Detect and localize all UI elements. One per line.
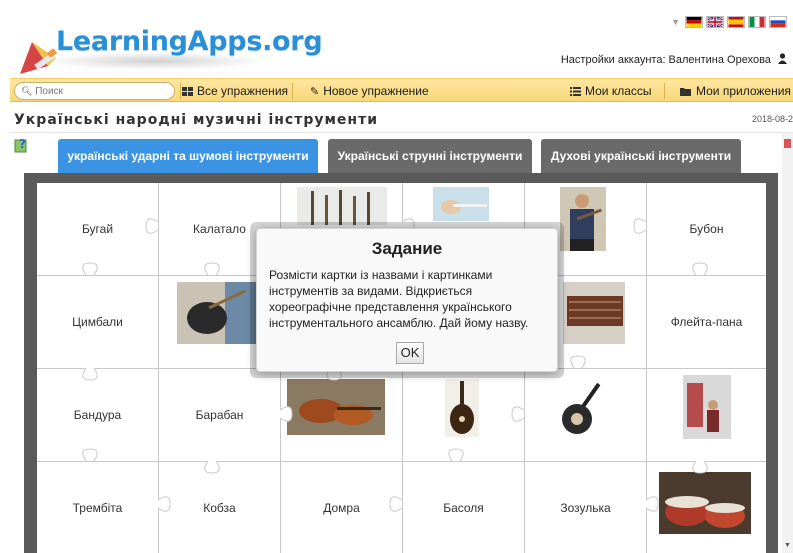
dialog-text: Розмісти картки із назвами і картинками … xyxy=(269,268,529,330)
card-label: Флейта-пана xyxy=(670,315,743,329)
user-icon xyxy=(778,53,787,64)
card-label: Бубон xyxy=(689,222,724,236)
card-basolia[interactable]: Басоля xyxy=(403,462,524,553)
svg-text:?: ? xyxy=(19,137,26,151)
card-label: Басоля xyxy=(443,500,484,515)
close-marker-icon[interactable] xyxy=(784,139,791,148)
tab-winds[interactable]: Духові українські інструменти xyxy=(541,139,741,174)
card-image-domra[interactable] xyxy=(525,369,646,461)
ru-flag-icon[interactable] xyxy=(769,16,787,28)
card-domra[interactable]: Домра xyxy=(281,462,402,553)
scrollbar[interactable]: ▼ xyxy=(782,133,793,553)
card-label: Бугай xyxy=(81,222,114,236)
my-apps-button[interactable]: Мои приложения xyxy=(680,79,791,103)
instrument-image xyxy=(177,282,259,344)
es-flag-icon[interactable] xyxy=(727,16,745,28)
new-exercise-button[interactable]: ✎ Новое упражнение xyxy=(310,79,429,103)
page-title: Українські народні музичні інструменти xyxy=(14,112,379,128)
card-label: Бандура xyxy=(73,408,122,422)
card-image-lute[interactable] xyxy=(403,369,524,461)
logo[interactable]: LearningApps.org xyxy=(18,8,323,74)
search-input[interactable]: 🔍︎ Поиск xyxy=(14,82,175,100)
new-exercise-label: Новое упражнение xyxy=(323,84,429,98)
ok-button[interactable]: OK xyxy=(396,342,424,364)
language-flags: ▼ xyxy=(671,16,787,28)
card-label: Кобза xyxy=(203,500,236,515)
uk-flag-icon[interactable] xyxy=(706,16,724,28)
card-bugai[interactable]: Бугай xyxy=(37,183,158,275)
dialog-title: Задание xyxy=(371,239,443,258)
instrument-image xyxy=(297,187,387,225)
tab-strings[interactable]: Українські струнні інструменти xyxy=(328,139,532,174)
logo-text: LearningApps.org xyxy=(56,26,323,57)
scroll-down-arrow-icon[interactable]: ▼ xyxy=(784,542,791,549)
search-placeholder: Поиск xyxy=(35,86,63,97)
dropdown-arrow-icon[interactable]: ▼ xyxy=(671,17,680,27)
instrument-image xyxy=(659,472,751,534)
logo-pencil-icon xyxy=(20,42,57,74)
card-bandura[interactable]: Бандура xyxy=(37,369,158,461)
instrument-image xyxy=(433,187,489,221)
card-label: Калатало xyxy=(193,222,246,236)
instrument-image xyxy=(683,375,731,439)
grid-line xyxy=(37,461,766,462)
instrument-image xyxy=(562,382,601,434)
account-label[interactable]: Настройки аккаунта: Валентина Орехова xyxy=(561,54,771,66)
toolbar: 🔍︎ Поиск Все упражнения ✎ Новое упражнени… xyxy=(10,78,793,102)
it-flag-icon[interactable] xyxy=(748,16,766,28)
card-image-drums[interactable] xyxy=(647,462,766,553)
instrument-image xyxy=(445,379,479,437)
divider xyxy=(10,132,793,133)
header: LearningApps.org ▼ Настройки аккаунта: В… xyxy=(0,0,793,76)
de-flag-icon[interactable] xyxy=(685,16,703,28)
instrument-image xyxy=(287,379,385,435)
toolbar-divider xyxy=(180,83,181,99)
all-exercises-button[interactable]: Все упражнения xyxy=(182,79,288,103)
card-trembita[interactable]: Трембіта xyxy=(37,462,158,553)
card-baraban[interactable]: Барабан xyxy=(159,369,280,461)
card-label: Цимбали xyxy=(72,315,123,329)
card-image-violins[interactable] xyxy=(281,369,402,461)
card-tsymbaly[interactable]: Цимбали xyxy=(37,276,158,368)
search-icon: 🔍︎ xyxy=(21,86,33,96)
my-apps-label: Мои приложения xyxy=(696,84,791,98)
page-date: 2018-08-2 xyxy=(751,114,793,124)
folder-icon xyxy=(680,88,691,96)
card-pan-flute[interactable]: Флейта-пана xyxy=(647,276,766,368)
card-label: Домра xyxy=(323,500,360,515)
list-icon xyxy=(570,87,581,96)
card-label: Барабан xyxy=(195,408,244,422)
help-icon[interactable]: ? xyxy=(14,137,30,153)
card-label: Зозулька xyxy=(560,500,611,515)
toolbar-divider xyxy=(664,83,665,99)
card-label: Трембіта xyxy=(72,500,123,515)
my-classes-label: Мои классы xyxy=(585,84,652,98)
instrument-image xyxy=(560,187,606,251)
card-zozulka[interactable]: Зозулька xyxy=(525,462,646,553)
pencil-icon: ✎ xyxy=(310,86,320,98)
account-settings[interactable]: Настройки аккаунта: Валентина Орехова xyxy=(561,53,787,66)
my-classes-button[interactable]: Мои классы xyxy=(570,79,652,103)
card-image-hall[interactable] xyxy=(647,369,766,461)
instrument-image xyxy=(563,282,625,344)
grid-icon xyxy=(182,87,193,96)
tab-percussion[interactable]: українські ударні та шумові інструменти xyxy=(58,139,318,174)
card-bubon[interactable]: Бубон xyxy=(647,183,766,275)
all-exercises-label: Все упражнения xyxy=(197,84,289,98)
card-kobza[interactable]: Кобза xyxy=(159,462,280,553)
task-dialog: Задание Розмісти картки із назвами і кар… xyxy=(256,228,558,372)
toolbar-divider xyxy=(292,83,293,99)
